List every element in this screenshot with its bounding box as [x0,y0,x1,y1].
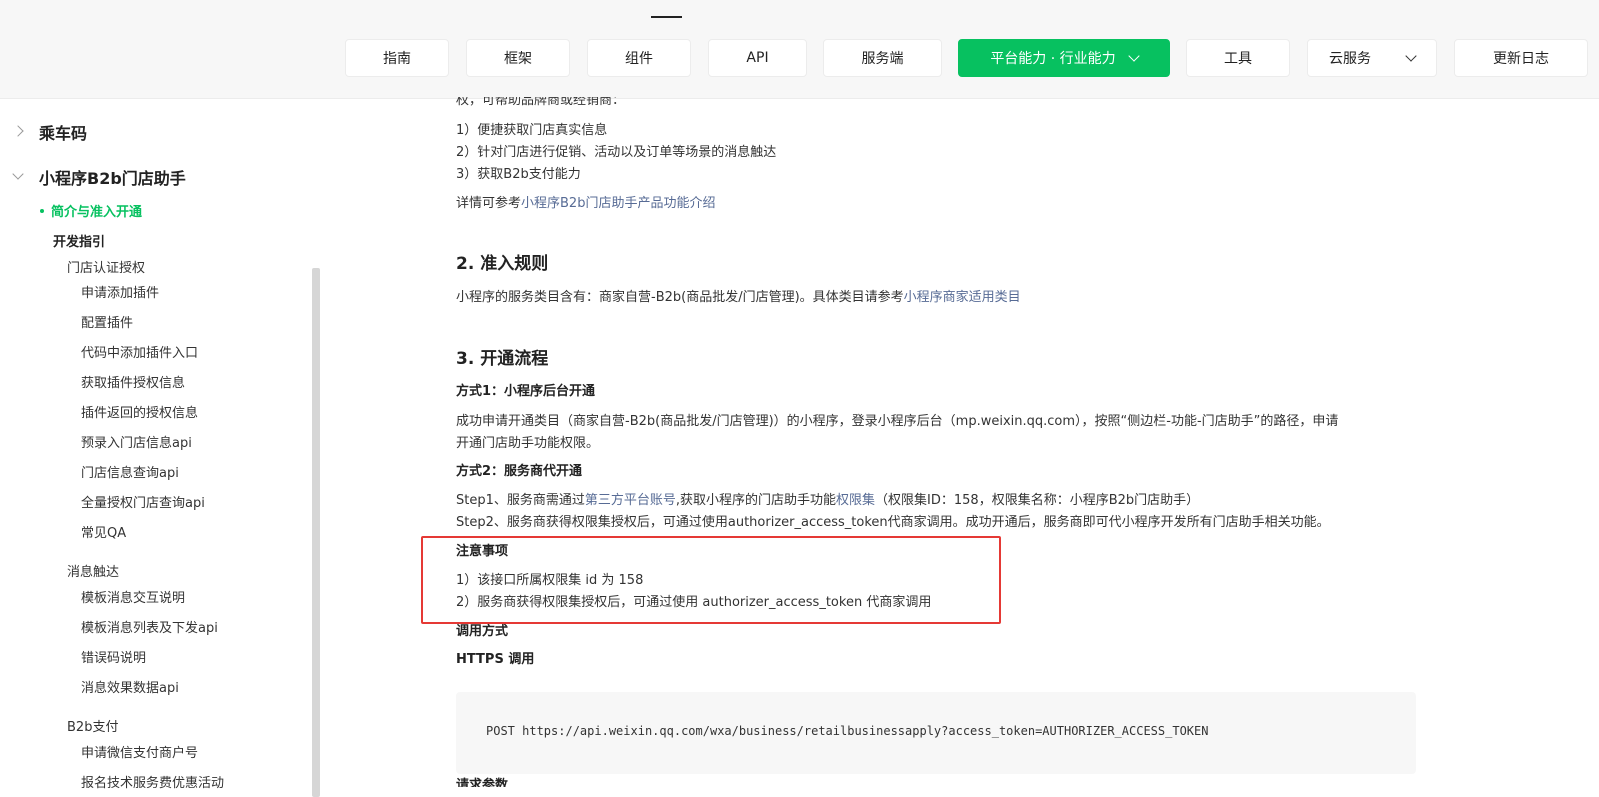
nav-components[interactable]: 组件 [587,39,691,77]
code-text: POST https://api.weixin.qq.com/wxa/busin… [486,724,1209,738]
section-3-title: 3. 开通流程 [456,349,549,369]
nav-server[interactable]: 服务端 [823,39,942,77]
benefit-3: 3）获取B2b支付能力 [456,167,581,182]
nav-framework[interactable]: 框架 [466,39,570,77]
code-block: POST https://api.weixin.qq.com/wxa/busin… [456,692,1416,774]
nav-label: 平台能力 · 行业能力 [990,51,1116,67]
benefit-1: 1）便捷获取门店真实信息 [456,123,608,138]
method-2-title: 方式2：服务商代开通 [456,464,583,479]
step-1: Step1、服务商需通过第三方平台账号,获取小程序的门店助手功能权限集（权限集I… [456,489,1199,508]
step-2: Step2、服务商获得权限集授权后，可通过使用authorizer_access… [456,515,1330,530]
chevron-down-icon [1405,50,1417,62]
nav-label: API [746,50,769,66]
https-title: HTTPS 调用 [456,652,535,667]
section-2-text: 小程序的服务类目含有：商家自营-B2b(商品批发/门店管理)。具体类目请参考小程… [456,286,1021,305]
nav-guide[interactable]: 指南 [345,39,449,77]
step-1-text: ,获取小程序的门店助手功能 [675,493,837,508]
notice-highlight-box [421,536,1001,624]
step-1-text: （权限集ID：158，权限集名称：小程序B2b门店助手） [875,493,1200,508]
nav-label: 框架 [504,51,532,67]
section-2-body: 小程序的服务类目含有：商家自营-B2b(商品批发/门店管理)。具体类目请参考 [456,290,904,305]
nav-label: 指南 [383,51,411,67]
detail-line: 详情可参考小程序B2b门店助手产品功能介绍 [456,192,715,211]
benefit-2: 2）针对门店进行促销、活动以及订单等场景的消息触达 [456,145,777,160]
third-party-account-link[interactable]: 第三方平台账号 [585,493,676,508]
permission-set-link[interactable]: 权限集 [836,493,875,508]
nav-label: 工具 [1224,51,1252,67]
method-1-title: 方式1：小程序后台开通 [456,384,596,399]
scroll-indicator [651,16,682,18]
method-1-line-2: 开通门店助手功能权限。 [456,436,600,451]
section-2-title: 2. 准入规则 [456,254,549,274]
request-params-title-cut: 请求参数 [456,778,509,793]
category-link[interactable]: 小程序商家适用类目 [904,290,1021,305]
nav-label: 服务端 [861,51,904,67]
nav-cloud-service[interactable]: 云服务 [1307,39,1437,77]
top-nav-bar: 指南 框架 组件 API 服务端 平台能力 · 行业能力 工具 云服务 更新日志 [0,0,1599,99]
method-1-line-1: 成功申请开通类目（商家自营-B2b(商品批发/门店管理)）的小程序，登录小程序后… [456,414,1339,429]
detail-prefix: 详情可参考 [456,196,522,211]
chevron-down-icon [1128,50,1140,62]
nav-label: 更新日志 [1493,51,1549,67]
step-1-text: Step1、服务商需通过 [456,493,585,508]
nav-label: 组件 [625,51,653,67]
nav-platform-capability[interactable]: 平台能力 · 行业能力 [958,39,1170,77]
product-intro-link[interactable]: 小程序B2b门店助手产品功能介绍 [521,196,715,211]
nav-changelog[interactable]: 更新日志 [1454,39,1588,77]
nav-tools[interactable]: 工具 [1186,39,1290,77]
nav-api[interactable]: API [708,39,807,77]
nav-label: 云服务 [1329,51,1371,67]
